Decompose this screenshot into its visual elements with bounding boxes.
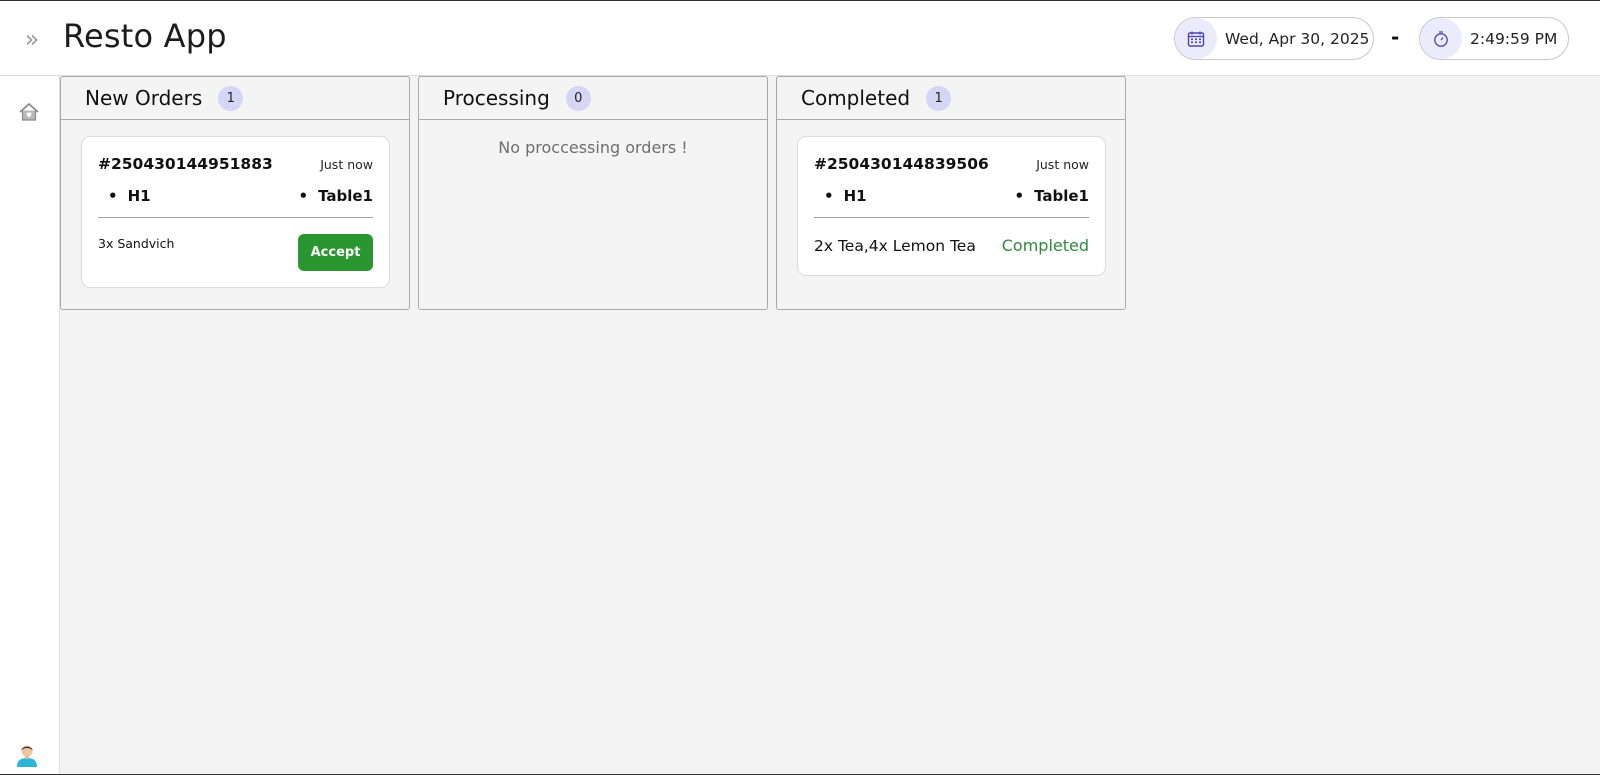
sidebar-toggle-icon[interactable]: » [20, 25, 44, 53]
column-new-orders: New Orders 1 #250430144951883 Just now •… [60, 76, 410, 310]
orders-board: New Orders 1 #250430144951883 Just now •… [60, 76, 1600, 774]
order-table: • Table1 [298, 187, 373, 205]
order-time: Just now [1036, 157, 1089, 172]
order-location: • H1 [108, 187, 151, 205]
home-icon[interactable] [17, 100, 41, 124]
time-display: 2:49:59 PM [1419, 17, 1569, 60]
column-title: Processing [443, 86, 550, 110]
user-avatar-icon[interactable] [14, 741, 40, 767]
count-badge: 1 [218, 85, 244, 111]
divider [814, 217, 1089, 218]
app-title: Resto App [63, 17, 227, 55]
date-text: Wed, Apr 30, 2025 [1225, 29, 1370, 48]
order-table: • Table1 [1014, 187, 1089, 205]
calendar-icon [1175, 18, 1217, 59]
order-items: 2x Tea,4x Lemon Tea [814, 236, 976, 255]
order-items: 3x Sandvich [98, 236, 175, 251]
column-completed: Completed 1 #250430144839506 Just now • H… [776, 76, 1126, 310]
order-card[interactable]: #250430144951883 Just now • H1 • Table1 3x… [81, 136, 390, 288]
order-id: #250430144839506 [814, 155, 989, 173]
status-label: Completed [1001, 236, 1089, 255]
sidebar [0, 76, 60, 774]
column-header: Completed 1 [777, 77, 1125, 120]
app-window: » Resto App Wed, Apr 30, 2025 - 2:49:59 … [0, 0, 1600, 775]
stopwatch-icon [1420, 18, 1462, 59]
divider [98, 217, 373, 218]
count-badge: 1 [926, 85, 952, 111]
top-header: » Resto App Wed, Apr 30, 2025 - 2:49:59 … [0, 1, 1600, 76]
column-title: Completed [801, 86, 911, 110]
count-badge: 0 [565, 85, 591, 111]
order-time: Just now [320, 157, 373, 172]
order-id: #250430144951883 [98, 155, 273, 173]
date-display: Wed, Apr 30, 2025 [1174, 17, 1374, 60]
date-time-separator: - [1391, 25, 1400, 49]
column-title: New Orders [85, 86, 203, 110]
empty-message: No proccessing orders ! [498, 138, 688, 157]
column-processing: Processing 0 No proccessing orders ! [418, 76, 768, 310]
order-location: • H1 [824, 187, 867, 205]
order-card[interactable]: #250430144839506 Just now • H1 • Table1 2x… [797, 136, 1106, 276]
time-text: 2:49:59 PM [1470, 29, 1558, 48]
column-header: Processing 0 [419, 77, 767, 120]
column-header: New Orders 1 [61, 77, 409, 120]
accept-button[interactable]: Accept [298, 234, 373, 271]
